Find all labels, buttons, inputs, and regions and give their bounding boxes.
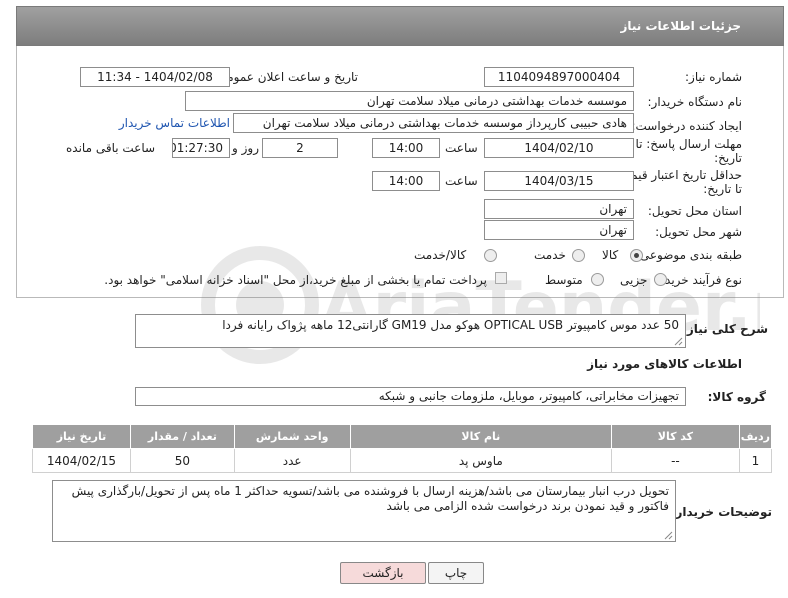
resize-grip-icon[interactable] xyxy=(664,531,673,540)
buyer-org-field: موسسه خدمات بهداشتی درمانی میلاد سلامت ت… xyxy=(185,91,634,111)
panel-title: جزئیات اطلاعات نیاز xyxy=(620,19,741,33)
deadline-date-field: 1404/02/10 xyxy=(484,138,634,158)
validity-date-field: 1404/03/15 xyxy=(484,171,634,191)
buyer-notes-text: تحویل درب انبار بیمارستان می باشد/هزینه … xyxy=(71,484,669,513)
announce-date-field: 1404/02/08 - 11:34 xyxy=(80,67,230,87)
deadline-label-2: تاریخ: xyxy=(714,151,742,165)
city-label: شهر محل تحویل: xyxy=(655,225,742,239)
process-option-minor: جزیی xyxy=(620,273,648,287)
col-header-quantity: تعداد / مقدار xyxy=(129,424,235,449)
buyer-contact-link[interactable]: اطلاعات تماس خریدار xyxy=(119,116,230,130)
city-field: تهران xyxy=(484,220,634,240)
cell-unit: عدد xyxy=(233,448,351,473)
days-label: روز و xyxy=(232,141,259,155)
category-option-both: کالا/خدمت xyxy=(414,248,467,262)
cell-name: ماوس پد xyxy=(349,448,613,473)
validity-time-field: 14:00 xyxy=(372,171,440,191)
province-label: استان محل تحویل: xyxy=(647,204,742,218)
creator-field: هادی حبیبی کارپرداز موسسه خدمات بهداشتی … xyxy=(233,113,634,133)
cell-need-date: 1404/02/15 xyxy=(32,448,131,473)
col-header-code: کد کالا xyxy=(611,424,740,449)
announce-date-label: تاریخ و ساعت اعلان عمومی: xyxy=(213,70,358,84)
cell-code: -- xyxy=(611,448,740,473)
table-header-row: ردیف کد کالا نام کالا واحد شمارش تعداد /… xyxy=(32,424,773,449)
resize-grip-icon[interactable] xyxy=(674,337,683,346)
description-textarea: 50 عدد موس کامپیوتر OPTICAL USB هوکو مدل… xyxy=(135,314,686,348)
back-button[interactable]: بازگشت xyxy=(340,562,426,584)
treasury-payment-checkbox[interactable] xyxy=(495,272,507,284)
days-field: 2 xyxy=(262,138,338,158)
process-radio-medium[interactable] xyxy=(591,273,604,286)
category-radio-both[interactable] xyxy=(484,249,497,262)
items-table: ردیف کد کالا نام کالا واحد شمارش تعداد /… xyxy=(32,424,773,473)
category-option-service: خدمت xyxy=(534,248,566,262)
process-radio-minor[interactable] xyxy=(654,273,667,286)
validity-label-2: تا تاریخ: xyxy=(703,182,742,196)
description-label: شرح کلی نیاز: xyxy=(682,322,768,336)
province-field: تهران xyxy=(484,199,634,219)
col-header-unit: واحد شمارش xyxy=(233,424,351,449)
category-radio-goods[interactable] xyxy=(630,249,643,262)
table-row[interactable]: 1 -- ماوس پد عدد 50 1404/02/15 xyxy=(32,448,773,473)
category-label: طبقه بندی موضوعی: xyxy=(635,248,742,262)
category-option-goods: کالا xyxy=(602,248,619,262)
description-text: 50 عدد موس کامپیوتر OPTICAL USB هوکو مدل… xyxy=(222,318,679,332)
creator-label: ایجاد کننده درخواست: xyxy=(631,119,742,133)
cell-quantity: 50 xyxy=(129,448,235,473)
deadline-time-label: ساعت xyxy=(445,141,478,155)
process-label: نوع فرآیند خرید : xyxy=(657,273,742,287)
buyer-notes-textarea: تحویل درب انبار بیمارستان می باشد/هزینه … xyxy=(52,480,676,542)
remaining-time-field: 01:27:30 xyxy=(172,138,230,158)
need-number-field: 1104094897000404 xyxy=(484,67,634,87)
panel-header: جزئیات اطلاعات نیاز xyxy=(16,6,784,46)
goods-group-label: گروه کالا: xyxy=(707,390,766,404)
buyer-org-label: نام دستگاه خریدار: xyxy=(647,95,743,109)
deadline-time-field: 14:00 xyxy=(372,138,440,158)
payment-note: پرداخت تمام یا بخشی از مبلغ خرید،از محل … xyxy=(104,273,487,287)
deadline-label-1: مهلت ارسال پاسخ: تا xyxy=(635,137,742,151)
goods-group-field: تجهیزات مخابراتی، کامپیوتر، موبایل، ملزو… xyxy=(135,387,686,406)
buyer-notes-label: توضیحات خریدار: xyxy=(670,505,772,519)
col-header-row-number: ردیف xyxy=(738,424,773,449)
validity-label-1: حداقل تاریخ اعتبار قیمت: xyxy=(615,168,742,182)
goods-section-title: اطلاعات کالاهای مورد نیاز xyxy=(587,357,742,371)
category-radio-service[interactable] xyxy=(572,249,585,262)
remaining-label: ساعت باقی مانده xyxy=(66,141,156,155)
validity-time-label: ساعت xyxy=(445,174,478,188)
col-header-need-date: تاریخ نیاز xyxy=(32,424,131,449)
process-option-medium: متوسط xyxy=(545,273,583,287)
print-button[interactable]: چاپ xyxy=(428,562,484,584)
cell-row-number: 1 xyxy=(738,448,773,473)
col-header-name: نام کالا xyxy=(349,424,613,449)
need-number-label: شماره نیاز: xyxy=(685,70,742,84)
